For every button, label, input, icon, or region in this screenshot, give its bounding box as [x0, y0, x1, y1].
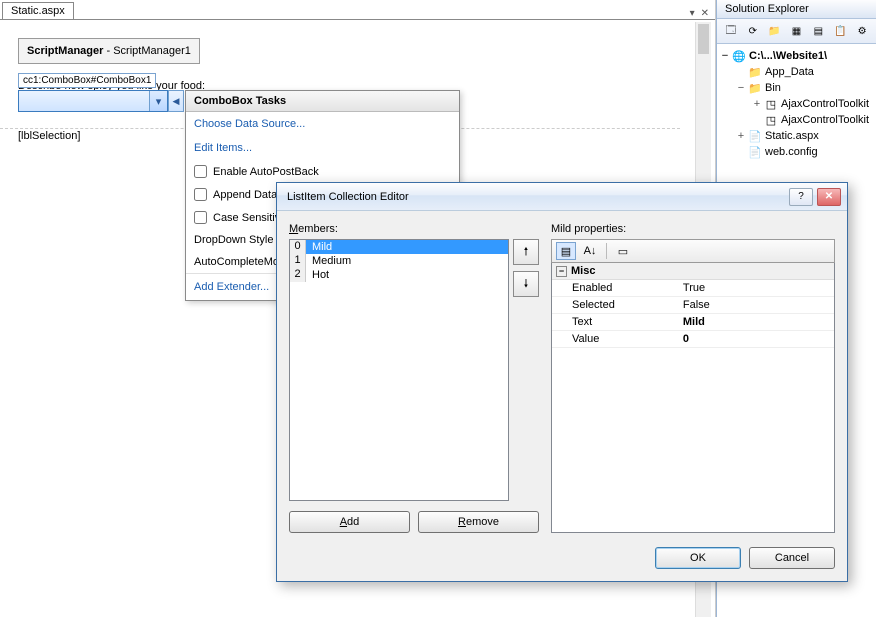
tab-close-icon[interactable]: ✕ [701, 8, 709, 19]
document-tab-label: Static.aspx [11, 5, 65, 17]
dialog-help-button[interactable]: ? [789, 188, 813, 206]
property-name: Value [552, 331, 679, 347]
property-name: Enabled [552, 280, 679, 296]
list-item-index: 2 [290, 268, 306, 282]
solution-tree[interactable]: −🌐C:\...\Website1\ 📁App_Data −📁Bin +◳Aja… [717, 44, 876, 164]
property-row[interactable]: EnabledTrue [552, 280, 834, 297]
property-value[interactable]: Mild [679, 314, 834, 330]
solution-explorer-toolbar: 🗔 ⟳ 📁 ▦ ▤ 📋 ⚙ [717, 19, 876, 44]
selection-label: [lblSelection] [18, 130, 80, 142]
list-item[interactable]: 1 Medium [290, 254, 508, 268]
property-pages-button[interactable]: ▭ [613, 242, 633, 260]
choose-datasource-link[interactable]: Choose Data Source... [186, 112, 459, 136]
members-listbox[interactable]: 0 Mild 1 Medium 2 Hot [289, 239, 509, 501]
properties-label: Mild properties: [551, 223, 835, 235]
list-item[interactable]: 0 Mild [290, 240, 508, 254]
edit-items-link[interactable]: Edit Items... [186, 136, 459, 160]
property-value[interactable]: False [679, 297, 834, 313]
property-value[interactable]: True [679, 280, 834, 296]
collapse-icon[interactable]: − [556, 266, 567, 277]
list-item-index: 0 [290, 240, 306, 254]
listitem-collection-editor-dialog: ListItem Collection Editor ? ✕ Members: … [276, 182, 848, 582]
show-all-icon[interactable]: ▦ [787, 22, 807, 40]
remove-button[interactable]: Remove [418, 511, 539, 533]
scriptmanager-id: ScriptManager1 [113, 45, 191, 57]
smart-tag-arrow[interactable]: ◀ [168, 90, 184, 112]
solution-explorer-title: Solution Explorer [717, 0, 876, 19]
nest-icon[interactable]: 📁 [765, 22, 785, 40]
cancel-button[interactable]: Cancel [749, 547, 835, 569]
scriptmanager-control[interactable]: ScriptManager - ScriptManager1 [18, 38, 200, 64]
properties-icon[interactable]: 🗔 [721, 22, 741, 40]
document-tabbar: Static.aspx ▾ ✕ [0, 0, 715, 20]
tree-item-webconfig[interactable]: 📄web.config [719, 144, 874, 160]
property-row[interactable]: TextMild [552, 314, 834, 331]
list-item[interactable]: 2 Hot [290, 268, 508, 282]
list-item-text: Hot [306, 268, 508, 282]
config-file-icon: 📄 [747, 145, 763, 159]
combobox-control[interactable]: ▾ [18, 90, 168, 112]
property-name: Text [552, 314, 679, 330]
tree-item-ajax1[interactable]: +◳AjaxControlToolkit [719, 96, 874, 112]
enable-autopostback-checkbox[interactable] [194, 165, 207, 178]
dll-icon: ◳ [763, 97, 779, 111]
folder-icon: 📁 [747, 81, 763, 95]
dialog-titlebar[interactable]: ListItem Collection Editor ? ✕ [277, 183, 847, 211]
append-databound-checkbox[interactable] [194, 188, 207, 201]
property-value[interactable]: 0 [679, 331, 834, 347]
move-up-button[interactable]: 🠕 [513, 239, 539, 265]
combobox-dropdown-button[interactable]: ▾ [149, 91, 167, 111]
property-grid-toolbar: ▤ A↓ ▭ [551, 239, 835, 263]
copy-icon[interactable]: 📋 [830, 22, 850, 40]
refresh-icon[interactable]: ⟳ [743, 22, 763, 40]
categorized-view-button[interactable]: ▤ [556, 242, 576, 260]
move-down-button[interactable]: 🠗 [513, 271, 539, 297]
members-label: Members: [289, 223, 539, 235]
aspx-icon: 📄 [747, 129, 763, 143]
tasks-header: ComboBox Tasks [186, 91, 459, 112]
property-grid[interactable]: −Misc EnabledTrue SelectedFalse TextMild… [551, 263, 835, 533]
property-category[interactable]: −Misc [552, 263, 834, 280]
document-tab[interactable]: Static.aspx [2, 2, 74, 19]
property-name: Selected [552, 297, 679, 313]
add-button[interactable]: Add [289, 511, 410, 533]
tab-dropdown-icon[interactable]: ▾ [690, 8, 695, 19]
property-row[interactable]: SelectedFalse [552, 297, 834, 314]
property-row[interactable]: Value0 [552, 331, 834, 348]
case-sensitive-checkbox[interactable] [194, 211, 207, 224]
tree-item-static[interactable]: +📄Static.aspx [719, 128, 874, 144]
enable-autopostback-label: Enable AutoPostBack [213, 166, 319, 178]
dll-icon: ◳ [763, 113, 779, 127]
project-icon: 🌐 [731, 49, 747, 63]
tree-item-ajax2[interactable]: ◳AjaxControlToolkit [719, 112, 874, 128]
list-item-text: Mild [306, 240, 508, 254]
dialog-title: ListItem Collection Editor [287, 191, 785, 203]
dialog-close-button[interactable]: ✕ [817, 188, 841, 206]
list-item-text: Medium [306, 254, 508, 268]
scriptmanager-prefix: ScriptManager [27, 45, 103, 57]
config-icon[interactable]: ⚙ [852, 22, 872, 40]
list-item-index: 1 [290, 254, 306, 268]
tree-root[interactable]: −🌐C:\...\Website1\ [719, 48, 874, 64]
ok-button[interactable]: OK [655, 547, 741, 569]
combobox-input[interactable] [19, 91, 149, 111]
folder-icon: 📁 [747, 65, 763, 79]
tree-item-bin[interactable]: −📁Bin [719, 80, 874, 96]
control-tag-label: cc1:ComboBox#ComboBox1 [18, 73, 156, 88]
view-icon[interactable]: ▤ [808, 22, 828, 40]
alphabetical-view-button[interactable]: A↓ [580, 242, 600, 260]
tree-item-appdata[interactable]: 📁App_Data [719, 64, 874, 80]
